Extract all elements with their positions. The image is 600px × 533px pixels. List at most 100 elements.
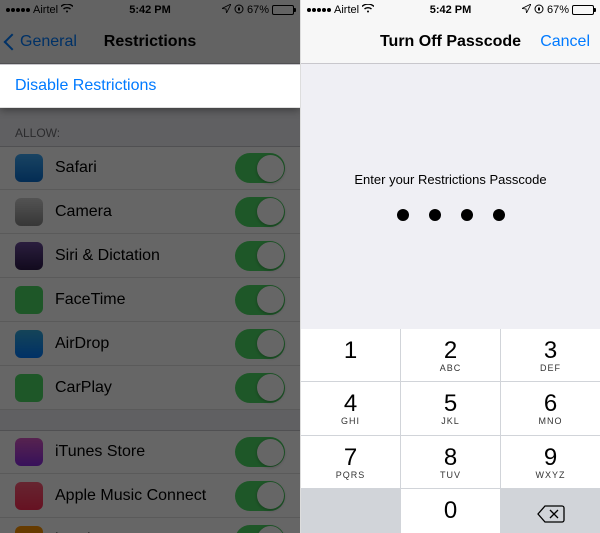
settings-cell[interactable]: Apple Music Connect [0,474,300,518]
status-bar: Airtel 5:42 PM 67% [301,0,600,20]
passcode-entry-area: Enter your Restrictions Passcode [301,64,600,329]
key-letters: ABC [440,363,462,373]
key-digit: 2 [444,337,457,365]
location-icon [222,4,231,16]
keypad-key-9[interactable]: 9WXYZ [501,436,600,488]
app-icon [15,438,43,466]
passcode-prompt: Enter your Restrictions Passcode [354,172,546,187]
key-digit: 9 [544,444,557,472]
back-button[interactable]: General [6,33,77,51]
settings-cell[interactable]: Camera [0,190,300,234]
keypad-key-1[interactable]: 1 [301,329,400,381]
keypad-key-5[interactable]: 5JKL [401,382,500,434]
key-digit: 1 [344,337,357,365]
key-digit: 3 [544,337,557,365]
page-title: Turn Off Passcode [380,33,521,51]
cell-label: FaceTime [55,291,126,309]
section-header-allow: ALLOW: [0,108,300,146]
keypad-key-4[interactable]: 4GHI [301,382,400,434]
left-screen: Airtel 5:42 PM 67% General Restrictions … [0,0,300,533]
app-icon [15,482,43,510]
cancel-button[interactable]: Cancel [540,33,590,51]
app-icon [15,374,43,402]
key-letters: DEF [540,363,561,373]
keypad-key-0[interactable]: 0 [401,489,500,533]
settings-cell[interactable]: AirDrop [0,322,300,366]
signal-dots-icon [6,8,30,12]
orientation-lock-icon [234,4,244,17]
toggle-switch[interactable] [235,525,285,533]
app-icon [15,330,43,358]
settings-cell[interactable]: Siri & Dictation [0,234,300,278]
settings-cell[interactable]: iBooks Store [0,518,300,533]
toggle-switch[interactable] [235,241,285,271]
keypad-key-6[interactable]: 6MNO [501,382,600,434]
keypad-key-3[interactable]: 3DEF [501,329,600,381]
signal-dots-icon [307,8,331,12]
status-bar: Airtel 5:42 PM 67% [0,0,300,20]
key-letters: TUV [440,470,461,480]
pin-dot [461,209,473,221]
settings-cell[interactable]: CarPlay [0,366,300,410]
key-digit: 4 [344,390,357,418]
key-letters: MNO [539,416,563,426]
key-letters: WXYZ [536,470,566,480]
carrier-label: Airtel [33,4,58,16]
chevron-left-icon [4,33,21,50]
right-screen: Airtel 5:42 PM 67% Turn Off Passcode Can… [300,0,600,533]
app-icon [15,286,43,314]
key-letters: GHI [341,416,360,426]
pin-dot [397,209,409,221]
app-icon [15,198,43,226]
cell-label: AirDrop [55,335,109,353]
settings-cell[interactable]: Safari [0,146,300,190]
keypad-delete[interactable] [501,489,600,533]
wifi-icon [61,4,73,16]
page-title: Restrictions [104,33,196,51]
disable-restrictions-label: Disable Restrictions [15,77,156,95]
toggle-switch[interactable] [235,373,285,403]
disable-restrictions-cell[interactable]: Disable Restrictions [0,64,300,108]
key-digit: 6 [544,390,557,418]
keypad-key-2[interactable]: 2ABC [401,329,500,381]
key-digit: 7 [344,444,357,472]
passcode-dots [397,209,505,221]
left-content: Disable Restrictions ALLOW: Safari Camera… [0,64,300,533]
location-icon [522,4,531,16]
carrier-label: Airtel [334,4,359,16]
nav-bar: General Restrictions [0,20,300,64]
toggle-switch[interactable] [235,481,285,511]
app-icon [15,526,43,533]
cell-label: CarPlay [55,379,112,397]
key-digit: 8 [444,444,457,472]
battery-icon [272,5,294,15]
key-digit: 0 [444,497,457,525]
orientation-lock-icon [534,4,544,17]
cell-label: Safari [55,159,97,177]
key-letters: PQRS [336,470,366,480]
app-icon [15,154,43,182]
pin-dot [493,209,505,221]
cell-label: Apple Music Connect [55,487,206,505]
settings-cell[interactable]: iTunes Store [0,430,300,474]
pin-dot [429,209,441,221]
keypad-key-7[interactable]: 7PQRS [301,436,400,488]
backspace-icon [537,502,565,520]
key-digit: 5 [444,390,457,418]
number-keypad: 1 2ABC3DEF4GHI5JKL6MNO7PQRS8TUV9WXYZ0 [301,329,600,533]
toggle-switch[interactable] [235,437,285,467]
keypad-key-8[interactable]: 8TUV [401,436,500,488]
battery-pct: 67% [247,4,269,16]
toggle-switch[interactable] [235,153,285,183]
toggle-switch[interactable] [235,285,285,315]
battery-pct: 67% [547,4,569,16]
cell-label: iTunes Store [55,443,145,461]
app-icon [15,242,43,270]
toggle-switch[interactable] [235,197,285,227]
settings-cell[interactable]: FaceTime [0,278,300,322]
battery-icon [572,5,594,15]
cell-label: Siri & Dictation [55,247,160,265]
keypad-blank [301,489,400,533]
toggle-switch[interactable] [235,329,285,359]
key-letters: JKL [441,416,460,426]
